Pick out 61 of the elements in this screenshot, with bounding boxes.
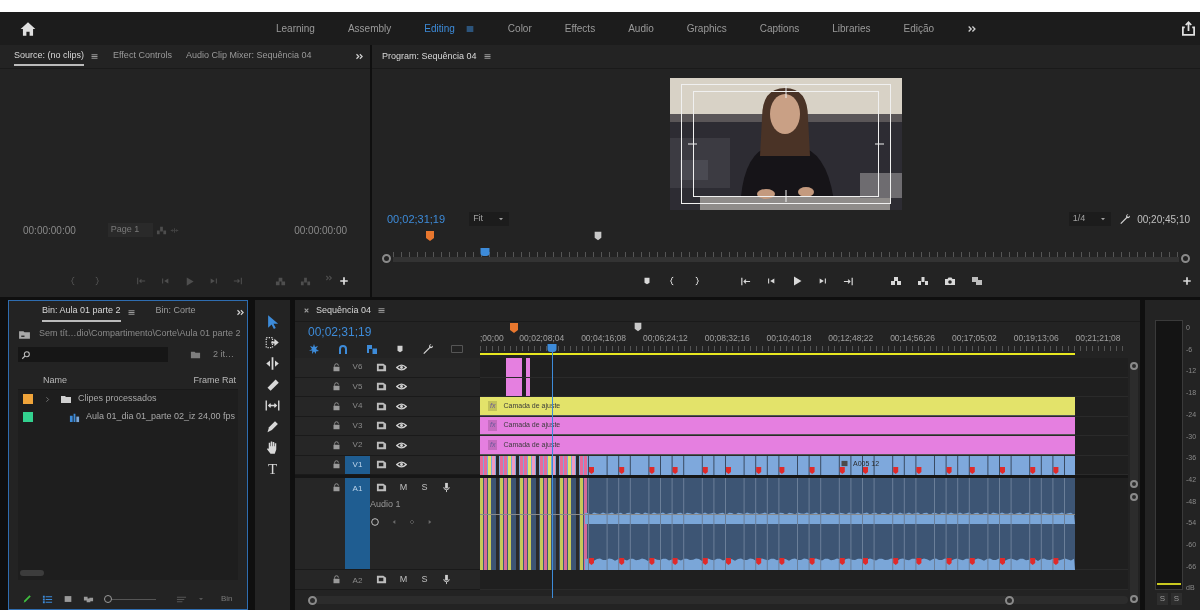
track-name: Audio 1 [370,497,402,511]
item-count: 2 it… [213,347,234,361]
solo-button[interactable]: S [1171,593,1182,605]
ruler-timecode: ;00;00 [480,332,504,345]
ruler-timecode: 00;08;32;16 [704,332,750,345]
ruler-timecode: 00;04;16;08 [581,332,627,345]
bin-path: Sem tít…dio\Compartimento\Corte\Aula 01 parte 2 [39,327,241,341]
workspace-tab[interactable]: Color [507,21,532,36]
timecode: 00:00:00:00 [294,223,347,238]
panel-tab[interactable]: Bin: Corte [155,302,196,322]
zoom-dropdown[interactable]: Fit [469,212,510,226]
track-label[interactable]: V2 [345,436,370,455]
workspace-tab[interactable]: Learning [276,21,315,36]
panel-tab[interactable]: Bin: Aula 01 parte 2 [42,302,121,322]
track-label[interactable]: V3 [345,416,370,435]
file-list-row[interactable]: Clipes processados [18,390,238,408]
panel-tab[interactable]: Effect Controls [113,46,172,67]
panel-tab[interactable]: Sequência 04 [316,303,372,318]
workspace-tab[interactable]: Audio [628,21,654,36]
ruler-timecode: 00;10;40;18 [766,332,812,345]
track-label[interactable]: A2 [345,570,370,589]
type-tool[interactable]: T [267,461,278,477]
solo-button[interactable]: S [1157,593,1168,605]
resolution-dropdown[interactable]: 1/4 [1068,212,1112,226]
playhead-timecode[interactable]: 00;02;31;19 [308,325,480,339]
ruler-timecode: 00;14;56;26 [890,332,936,345]
ruler-timecode: 00;21;21;08 [1075,332,1121,345]
workspace-tab[interactable]: Libraries [832,21,871,36]
column-header[interactable]: Name [43,373,67,388]
workspace-tab[interactable]: Assembly [347,21,392,36]
duration-timecode: 00;20;45;10 [1137,212,1190,227]
new-item-label[interactable]: Bin [221,593,233,605]
workspace-tab[interactable]: Effects [564,21,596,36]
track-toggle[interactable]: S [420,481,429,495]
item-name: Aula 01_dia 01_parte 02_iz [86,410,196,424]
column-header[interactable]: Frame Rat [193,373,236,388]
timecode: 00:00:00:00 [23,223,76,238]
track-toggle[interactable]: M [399,481,408,495]
item-name: Clipes processados [78,392,157,406]
panel-tab[interactable]: Source: (no clips) [14,46,85,67]
page-dropdown[interactable]: Page 1 [107,223,153,237]
track-toggle[interactable]: M [399,573,408,587]
playhead-timecode[interactable]: 00;02;31;19 [387,210,446,228]
file-list-row[interactable]: Aula 01_dia 01_parte 02_iz 24,00 fps [18,408,238,426]
frame-rate: 24,00 fps [197,410,235,424]
workspace-tab[interactable]: Graphics [686,21,727,36]
track-toggle[interactable]: S [420,573,429,587]
ruler-timecode: 00;02;08;04 [519,332,565,345]
ruler-timecode: 00;19;13;06 [1013,332,1059,345]
workspace-tab[interactable]: Edição [903,21,935,36]
ruler-timecode: 00;06;24;12 [642,332,688,345]
panel-title[interactable]: Program: Sequência 04 [382,49,477,64]
workspace-tab[interactable]: Captions [759,21,800,36]
track-label[interactable]: V4 [345,397,370,416]
track-label[interactable]: V5 [345,377,370,396]
ruler-timecode: 00;12;48;22 [828,332,874,345]
panel-tab[interactable]: Audio Clip Mixer: Sequência 04 [185,46,312,67]
ruler-timecode: 00;17;05;02 [951,332,997,345]
workspace-tab[interactable]: Editing [424,21,455,36]
track-label[interactable]: V6 [345,358,370,377]
track-label[interactable]: A1 [345,478,370,569]
